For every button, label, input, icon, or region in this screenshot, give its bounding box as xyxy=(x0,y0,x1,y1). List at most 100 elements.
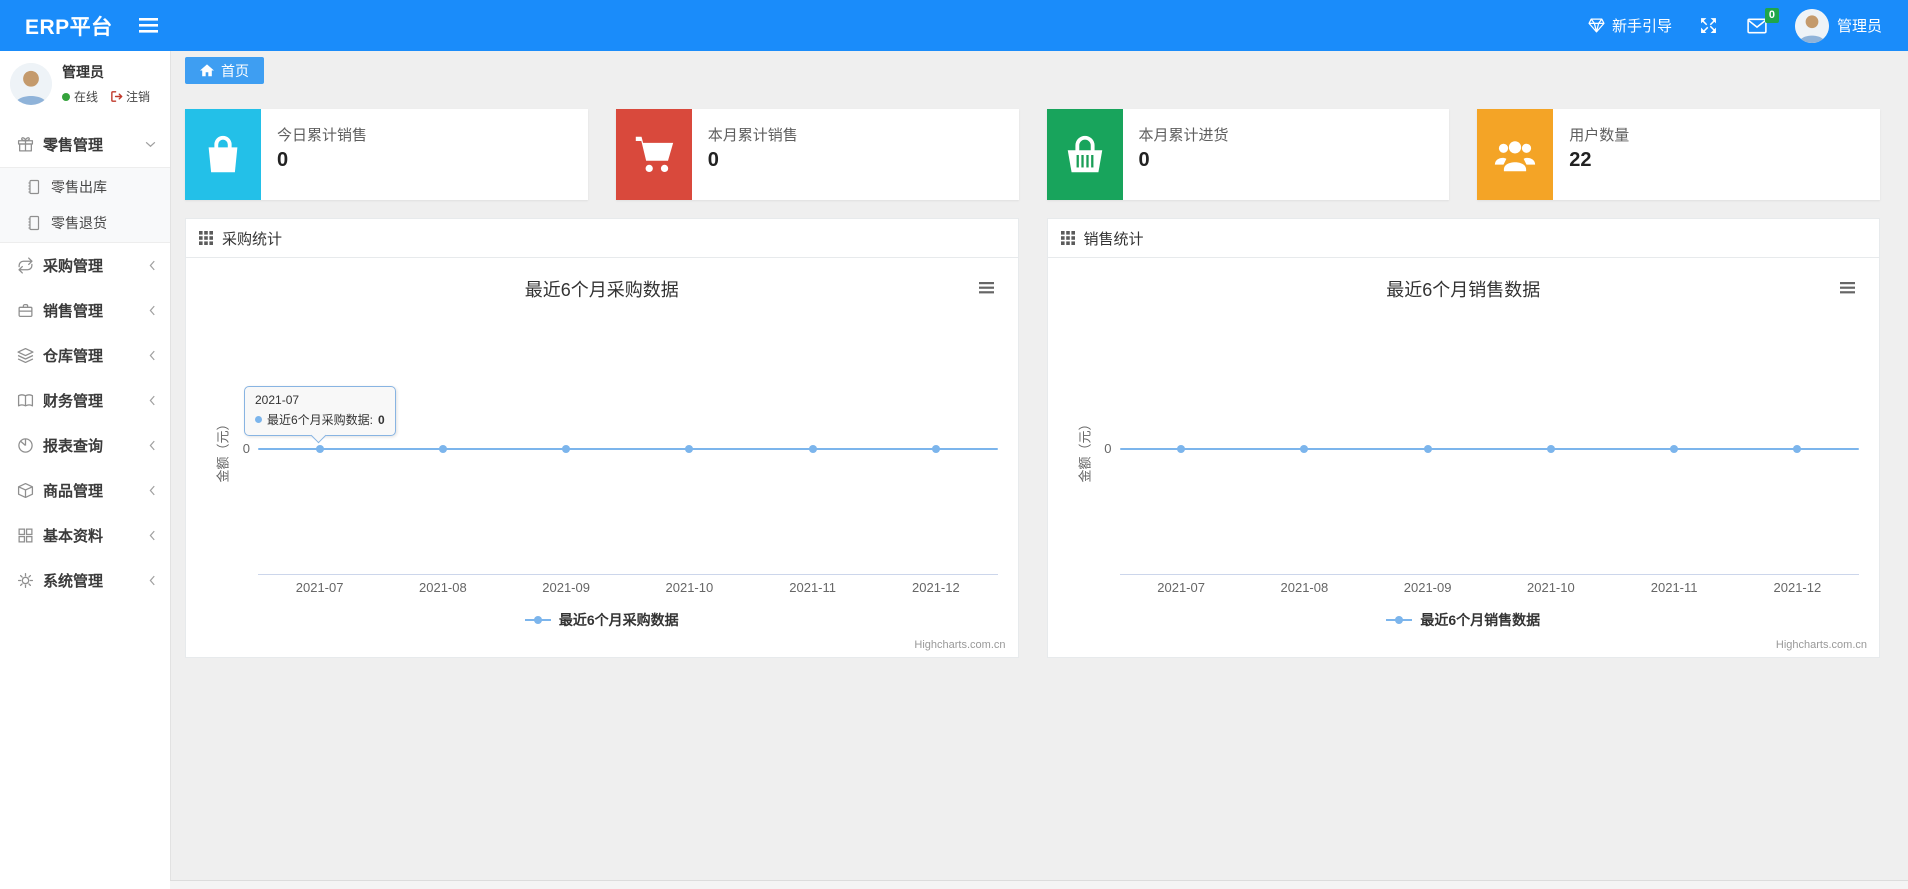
x-axis-label: 2021-09 xyxy=(542,580,590,595)
chevron-left-icon xyxy=(149,395,156,406)
journal-icon xyxy=(28,215,40,231)
sidebar-submenu-retail: 零售出库 零售退货 xyxy=(0,167,170,243)
navbar-right: 新手引导 0 管理员 xyxy=(1588,7,1908,43)
main-content: 首页 今日累计销售 0 本月累计销售 0 本月累计进货 0 用户数量 22 采购… xyxy=(170,51,1908,889)
x-axis-labels: 2021-07 2021-08 2021-09 2021-10 2021-11 … xyxy=(258,580,998,596)
sidebar-item-retail-outbound[interactable]: 零售出库 xyxy=(0,169,170,205)
chart-context-menu-button[interactable] xyxy=(975,278,998,298)
legend-label: 最近6个月采购数据 xyxy=(558,612,679,628)
plot-area xyxy=(1119,308,1859,575)
chevron-left-icon xyxy=(149,305,156,316)
panel-header: 采购统计 xyxy=(186,219,1018,258)
chart-point[interactable] xyxy=(1546,445,1555,453)
x-axis-label: 2021-10 xyxy=(1527,580,1575,595)
sidebar-user-panel: 管理员 在线 注销 xyxy=(0,51,170,118)
chart-title: 最近6个月销售数据 xyxy=(1386,280,1541,300)
online-status-dot xyxy=(62,92,70,101)
panel-header: 销售统计 xyxy=(1047,219,1879,258)
erp-dashboard: ERP平台 新手引导 0 管理员 管理员 在线 注销 零售管理 零售出库 零售退… xyxy=(0,0,1908,889)
online-status-label: 在线 xyxy=(74,90,99,104)
shopping-bag-icon xyxy=(185,109,261,200)
chart-point[interactable] xyxy=(315,445,324,453)
highcharts-credits[interactable]: Highcharts.com.cn xyxy=(914,639,1005,651)
stat-label: 用户数量 xyxy=(1569,127,1630,144)
sidebar-item-label: 销售管理 xyxy=(43,303,104,320)
tooltip-header: 2021-07 xyxy=(255,393,300,407)
chevron-left-icon xyxy=(149,350,156,361)
grid-icon xyxy=(18,528,33,543)
chart-menu-icon xyxy=(1840,282,1855,294)
x-axis-label: 2021-09 xyxy=(1403,580,1452,595)
y-axis-tick: 0 xyxy=(1104,441,1112,456)
legend-item[interactable]: 最近6个月销售数据 xyxy=(1386,610,1540,630)
hamburger-icon xyxy=(138,18,158,33)
chevron-left-icon xyxy=(149,530,156,541)
chart-point[interactable] xyxy=(808,445,817,453)
stat-card-month-sales[interactable]: 本月累计销售 0 xyxy=(615,109,1019,200)
chart-point[interactable] xyxy=(931,445,940,453)
sidebar-item-retail-return[interactable]: 零售退货 xyxy=(0,205,170,241)
chart-point[interactable] xyxy=(1670,445,1679,453)
sidebar-item-label: 报表查询 xyxy=(43,438,104,455)
journal-icon xyxy=(28,179,40,195)
stats-row: 今日累计销售 0 本月累计销售 0 本月累计进货 0 用户数量 22 xyxy=(185,109,1880,200)
guide-link[interactable]: 新手引导 xyxy=(1588,15,1672,36)
chart-point[interactable] xyxy=(1300,445,1309,453)
tab-home-label: 首页 xyxy=(221,62,249,79)
highcharts-credits[interactable]: Highcharts.com.cn xyxy=(1776,639,1867,651)
sidebar-item-purchase[interactable]: 采购管理 xyxy=(0,243,170,288)
th-grid-icon xyxy=(199,231,213,245)
stat-value: 0 xyxy=(277,149,289,171)
stat-card-user-count[interactable]: 用户数量 22 xyxy=(1477,109,1880,200)
x-axis-label: 2021-07 xyxy=(1157,580,1205,595)
sidebar-item-label: 商品管理 xyxy=(43,483,104,500)
sidebar-item-label: 系统管理 xyxy=(43,573,104,590)
chevron-left-icon xyxy=(149,440,156,451)
sidebar-item-retail[interactable]: 零售管理 xyxy=(0,122,170,167)
sidebar-item-reports[interactable]: 报表查询 xyxy=(0,423,170,468)
sidebar-item-system[interactable]: 系统管理 xyxy=(0,558,170,603)
sidebar-item-label: 零售退货 xyxy=(51,215,107,231)
plot-area xyxy=(258,308,998,575)
sidebar-toggle-button[interactable] xyxy=(133,12,164,39)
sidebar-item-products[interactable]: 商品管理 xyxy=(0,468,170,513)
chart-menu-icon xyxy=(978,282,994,294)
sidebar-item-basic-data[interactable]: 基本资料 xyxy=(0,513,170,558)
legend-item[interactable]: 最近6个月采购数据 xyxy=(524,610,679,630)
sidebar-item-label: 基本资料 xyxy=(43,528,104,545)
tooltip-series-label: 最近6个月采购数据: xyxy=(267,413,374,427)
x-axis-labels: 2021-07 2021-08 2021-09 2021-10 2021-11 … xyxy=(1120,580,1860,596)
user-menu[interactable]: 管理员 xyxy=(1794,8,1882,43)
chart-point[interactable] xyxy=(1793,445,1802,453)
chart-tooltip: 2021-07 最近6个月采购数据: 0 xyxy=(244,386,396,444)
logout-link[interactable]: 注销 xyxy=(110,88,150,105)
chevron-left-icon xyxy=(149,260,156,271)
series-marker-dot xyxy=(255,416,262,423)
stat-value: 22 xyxy=(1569,149,1592,171)
chart-context-menu-button[interactable] xyxy=(1836,278,1859,298)
fullscreen-button[interactable] xyxy=(1698,15,1719,36)
chart-point[interactable] xyxy=(685,445,694,453)
chart-legend: 最近6个月采购数据 xyxy=(186,610,1018,630)
sales-chart: 最近6个月销售数据 金额（元） 0 2021-07 2021-08 2021-0… xyxy=(1048,258,1880,657)
sidebar-item-sales[interactable]: 销售管理 xyxy=(0,288,170,333)
chart-point[interactable] xyxy=(438,445,447,453)
chart-point[interactable] xyxy=(1177,445,1186,453)
legend-line-marker xyxy=(524,616,551,624)
charts-row: 采购统计 最近6个月采购数据 金额（元） 0 2021-07 最近6个月采购数据… xyxy=(185,218,1880,658)
legend-line-marker xyxy=(1386,616,1413,624)
tab-home[interactable]: 首页 xyxy=(185,57,264,84)
stat-card-today-sales[interactable]: 今日累计销售 0 xyxy=(185,109,588,200)
sidebar-item-finance[interactable]: 财务管理 xyxy=(0,378,170,423)
messages-button[interactable]: 0 xyxy=(1745,7,1779,36)
x-axis-label: 2021-11 xyxy=(1650,580,1698,595)
top-navbar: ERP平台 新手引导 0 管理员 xyxy=(0,0,1908,51)
open-book-icon xyxy=(17,394,34,407)
chart-point[interactable] xyxy=(1423,445,1432,453)
stat-value: 0 xyxy=(707,149,719,171)
chart-point[interactable] xyxy=(562,445,571,453)
logout-label: 注销 xyxy=(126,90,151,104)
stat-card-month-purchase[interactable]: 本月累计进货 0 xyxy=(1046,109,1450,200)
pie-chart-icon xyxy=(18,438,33,453)
sidebar-item-warehouse[interactable]: 仓库管理 xyxy=(0,333,170,378)
